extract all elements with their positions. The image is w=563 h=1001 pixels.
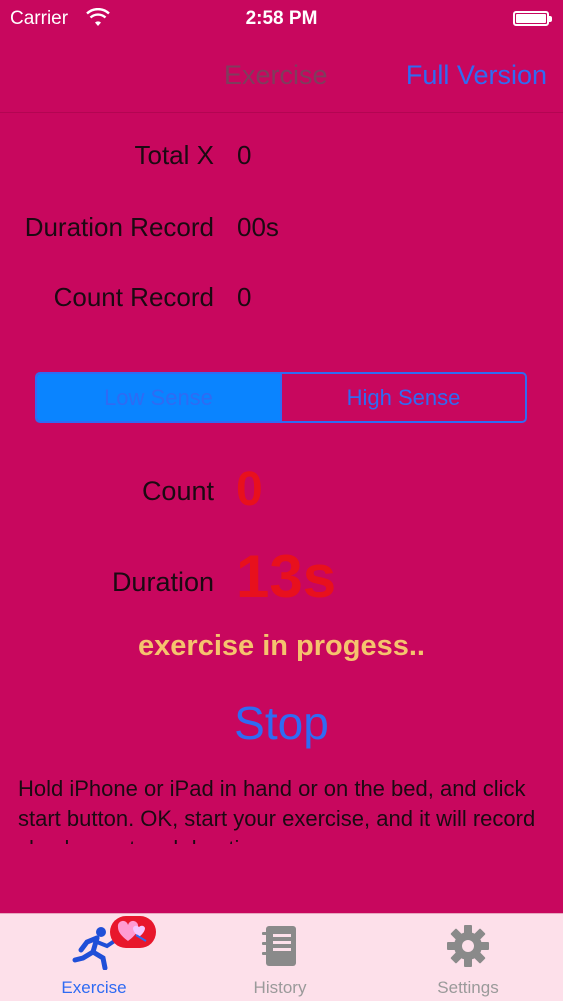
gear-icon <box>447 925 489 967</box>
duration-value: 13s <box>236 543 337 610</box>
tab-label: Exercise <box>61 978 127 997</box>
heart-icon <box>117 920 147 942</box>
notebook-icon <box>262 926 296 966</box>
record-value: 0 <box>237 140 252 170</box>
tab-label: History <box>253 978 307 997</box>
navigation-bar: Exercise Full Version <box>0 40 563 113</box>
record-value: 0 <box>237 282 252 312</box>
record-duration: Duration Record 00s <box>0 212 563 252</box>
segment-high-sense[interactable]: High Sense <box>280 374 525 421</box>
clock: 2:58 PM <box>245 8 318 29</box>
record-label: Count Record <box>53 282 214 312</box>
battery-icon <box>513 11 552 26</box>
tab-history[interactable]: History <box>210 914 350 1001</box>
record-value: 00s <box>237 212 279 242</box>
duration-label: Duration <box>111 567 214 597</box>
stop-button[interactable]: Stop <box>0 695 563 751</box>
hearts-icon <box>110 916 156 948</box>
full-version-button[interactable]: Full Version <box>406 60 547 91</box>
instructions-text: Hold iPhone or iPad in hand or on the be… <box>18 776 536 844</box>
segment-low-sense[interactable]: Low Sense <box>37 374 280 421</box>
exercise-status-text: exercise in progess.. <box>138 630 425 662</box>
count-value: 0 <box>236 463 263 516</box>
tab-label: Settings <box>437 978 499 997</box>
tab-bar: Exercise History Settings <box>0 913 563 1001</box>
record-label: Duration Record <box>24 212 214 242</box>
record-label: Total X <box>134 140 215 170</box>
status-bar: Carrier 2:58 PM <box>0 0 563 40</box>
count-label: Count <box>141 476 214 506</box>
tab-settings[interactable]: Settings <box>398 914 538 1001</box>
record-total-x: Total X 0 <box>0 140 563 180</box>
record-count: Count Record 0 <box>0 282 563 322</box>
sensitivity-segmented-control: Low Sense High Sense <box>35 372 527 423</box>
nav-title: Exercise <box>224 60 328 90</box>
